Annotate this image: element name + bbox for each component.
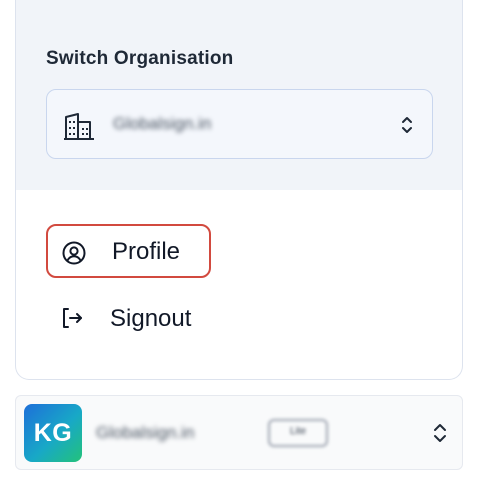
organisation-switcher[interactable]: KG Globalsign.in Lite: [15, 395, 463, 470]
signout-menu-item[interactable]: Signout: [46, 291, 211, 345]
organisation-name: Globalsign.in: [96, 423, 195, 442]
chevron-up-down-icon: [434, 424, 446, 442]
switch-organisation-heading: Switch Organisation: [46, 48, 234, 69]
profile-label: Profile: [112, 238, 181, 265]
plan-badge: Lite: [268, 419, 328, 447]
organisation-select[interactable]: Globalsign.in: [46, 89, 433, 159]
sign-out-icon: [63, 308, 82, 328]
organisation-avatar: KG: [24, 404, 82, 462]
selected-organisation-name: Globalsign.in: [113, 114, 212, 133]
user-circle-icon: [62, 241, 86, 265]
signout-label: Signout: [110, 305, 192, 332]
user-menu-popover: Switch Organisation Globalsign.in Profil…: [15, 0, 463, 380]
profile-menu-item[interactable]: Profile: [46, 224, 211, 278]
chevron-up-down-icon: [402, 117, 412, 133]
switch-organisation-section: Switch Organisation Globalsign.in: [16, 0, 462, 190]
plan-badge-label: Lite: [289, 426, 307, 437]
building-icon: [64, 113, 94, 140]
